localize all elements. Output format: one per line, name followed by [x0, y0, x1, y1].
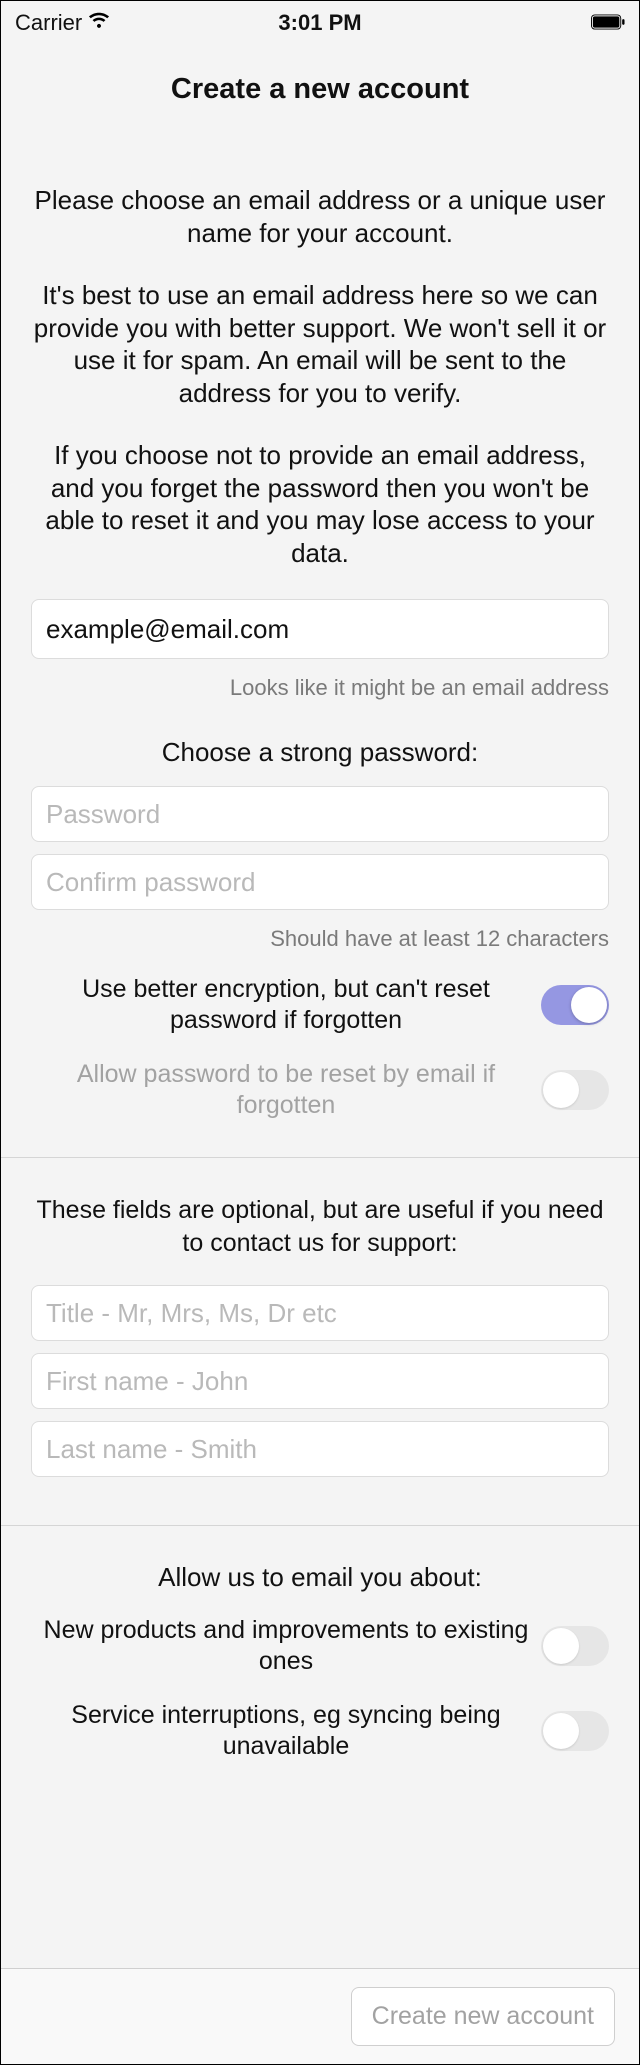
section-separator [1, 1525, 639, 1526]
intro-p3: If you choose not to provide an email ad… [31, 439, 609, 569]
new-products-toggle[interactable] [541, 1626, 609, 1666]
confirm-password-input[interactable] [31, 854, 609, 910]
toggle-knob [543, 1713, 579, 1749]
section-separator [1, 1157, 639, 1158]
better-encryption-label: Use better encryption, but can't reset p… [31, 974, 541, 1037]
toggle-knob [543, 1072, 579, 1108]
intro-p2: It's best to use an email address here s… [31, 279, 609, 409]
allow-reset-label: Allow password to be reset by email if f… [31, 1059, 541, 1122]
create-account-button[interactable]: Create new account [351, 1987, 615, 2046]
new-products-row: New products and improvements to existin… [31, 1615, 609, 1678]
page-title: Create a new account [31, 73, 609, 106]
bottom-bar: Create new account [1, 1968, 639, 2064]
service-label: Service interruptions, eg syncing being … [31, 1700, 541, 1763]
first-name-input[interactable] [31, 1353, 609, 1409]
toggle-knob [543, 1628, 579, 1664]
service-row: Service interruptions, eg syncing being … [31, 1700, 609, 1763]
intro-p1: Please choose an email address or a uniq… [31, 184, 609, 249]
service-toggle[interactable] [541, 1711, 609, 1751]
last-name-input[interactable] [31, 1421, 609, 1477]
toggle-knob [571, 987, 607, 1023]
status-bar: Carrier 3:01 PM [1, 1, 639, 45]
password-heading: Choose a strong password: [31, 737, 609, 768]
new-products-label: New products and improvements to existin… [31, 1615, 541, 1678]
password-hint: Should have at least 12 characters [31, 926, 609, 952]
email-prefs-heading: Allow us to email you about: [31, 1562, 609, 1593]
email-hint: Looks like it might be an email address [31, 675, 609, 701]
intro-section: Please choose an email address or a uniq… [31, 184, 609, 569]
password-input[interactable] [31, 786, 609, 842]
battery-icon [591, 10, 625, 36]
optional-intro: These fields are optional, but are usefu… [31, 1194, 609, 1259]
title-input[interactable] [31, 1285, 609, 1341]
status-left: Carrier [15, 10, 110, 36]
allow-reset-toggle[interactable] [541, 1070, 609, 1110]
allow-reset-row: Allow password to be reset by email if f… [31, 1059, 609, 1122]
carrier-label: Carrier [15, 10, 82, 36]
wifi-icon [88, 10, 110, 36]
better-encryption-toggle[interactable] [541, 985, 609, 1025]
better-encryption-row: Use better encryption, but can't reset p… [31, 974, 609, 1037]
email-input[interactable] [31, 599, 609, 659]
